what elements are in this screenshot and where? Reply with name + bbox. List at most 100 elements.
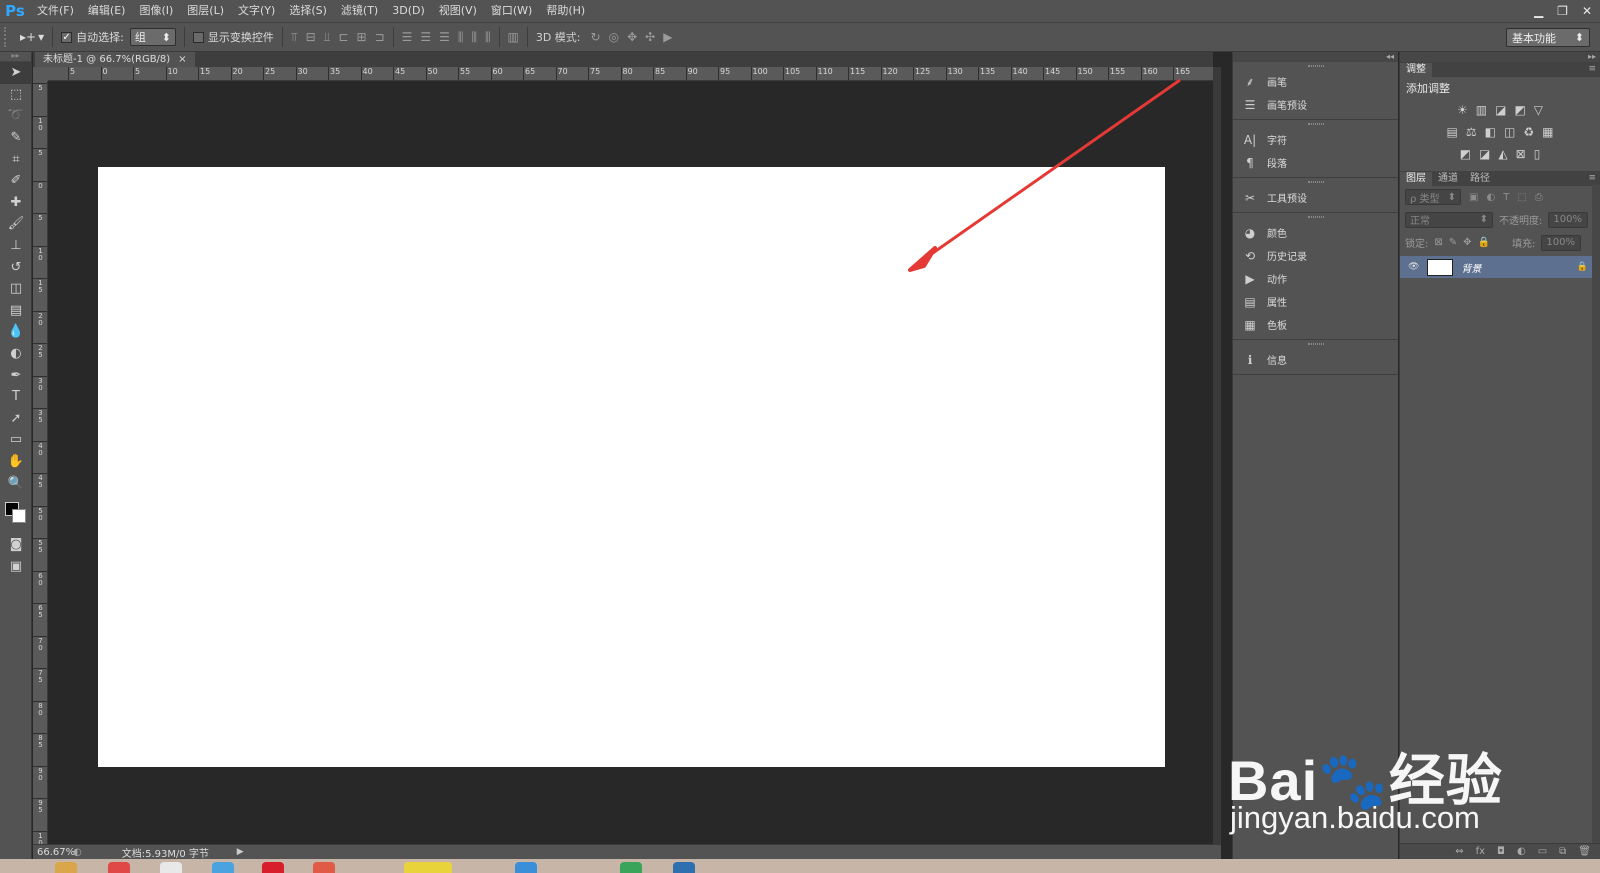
add-mask-icon[interactable]: ◘	[1497, 846, 1505, 857]
slide-3d-icon[interactable]: ✣	[645, 30, 655, 44]
align-left-icon[interactable]: ⊏	[338, 30, 348, 45]
move-tool-icon[interactable]: ➤	[0, 62, 32, 84]
adjustment-icon[interactable]: ▥	[1476, 103, 1487, 117]
gradient-tool-icon[interactable]: ▤	[0, 300, 32, 322]
document-tab[interactable]: 未标题-1 @ 66.7%(RGB/8) ×	[35, 52, 195, 67]
distribute-hcenter-icon[interactable]: ⫼	[471, 30, 477, 45]
auto-select-target-select[interactable]: 组 ⬍	[129, 28, 176, 46]
taskbar-app-icon[interactable]	[160, 862, 182, 873]
menu-file[interactable]: 文件(F)	[30, 0, 81, 22]
filter-smart-icon[interactable]: ⎙	[1535, 192, 1543, 203]
roll-3d-icon[interactable]: ◎	[609, 30, 619, 44]
adjustment-icon[interactable]: ⊠	[1516, 147, 1526, 161]
dock-group-grip[interactable]	[1233, 120, 1398, 128]
ruler-origin[interactable]	[33, 67, 48, 81]
lock-pixels-icon[interactable]: ✎	[1449, 237, 1457, 248]
distribute-left-icon[interactable]: ⫼	[458, 30, 464, 45]
filter-shape-icon[interactable]: ⬚	[1517, 192, 1526, 203]
adjustment-icon[interactable]: ♻	[1523, 125, 1534, 139]
taskbar-app-icon[interactable]	[673, 862, 695, 873]
new-adjustment-icon[interactable]: ◐	[1517, 846, 1526, 857]
blend-mode-select[interactable]: 正常 ⬍	[1405, 211, 1493, 228]
eyedropper-tool-icon[interactable]: ✐	[0, 170, 32, 192]
taskbar-app-icon[interactable]	[212, 862, 234, 873]
ruler-vertical[interactable]: 5 1 0 5 0 5 1 0 1 5 2 0 2 5 3 0 3 5 4 0 4 5 5 0 5 5 6 0…	[33, 81, 48, 844]
fx-icon[interactable]: fx	[1476, 846, 1485, 857]
menu-view[interactable]: 视图(V)	[432, 0, 484, 22]
dock-group-grip[interactable]	[1233, 340, 1398, 348]
clone-stamp-tool-icon[interactable]: ⊥	[0, 235, 32, 257]
menu-window[interactable]: 窗口(W)	[484, 0, 539, 22]
tab-layers[interactable]: 图层	[1400, 172, 1432, 186]
panel-menu-icon[interactable]: ≡	[1588, 171, 1596, 185]
lock-position-icon[interactable]: ✥	[1463, 237, 1471, 248]
close-button[interactable]: ✕	[1582, 4, 1592, 18]
distribute-vcenter-icon[interactable]: ☰	[420, 30, 431, 45]
taskbar-app-icon[interactable]	[515, 862, 537, 873]
history-brush-tool-icon[interactable]: ↺	[0, 256, 32, 278]
adjustment-icon[interactable]: ◩	[1514, 103, 1525, 117]
menu-type[interactable]: 文字(Y)	[231, 0, 282, 22]
adjustment-icon[interactable]: ▽	[1534, 103, 1543, 117]
new-group-icon[interactable]: ▭	[1538, 846, 1547, 857]
layer-row-background[interactable]: 👁 背景 🔒	[1400, 256, 1600, 278]
type-tool-icon[interactable]: T	[0, 386, 32, 408]
taskbar-app-icon[interactable]	[404, 862, 452, 873]
dock-item-properties[interactable]: ▤ 属性	[1233, 290, 1398, 313]
distribute-right-icon[interactable]: ⫼	[485, 30, 491, 45]
workspace-switcher[interactable]: 基本功能 ⬍	[1506, 28, 1590, 47]
eraser-tool-icon[interactable]: ◫	[0, 278, 32, 300]
dock-item-info[interactable]: ℹ 信息	[1233, 348, 1398, 371]
pan-3d-icon[interactable]: ✥	[627, 30, 637, 44]
shape-tool-icon[interactable]: ▭	[0, 429, 32, 451]
adjustment-icon[interactable]: ◫	[1504, 125, 1515, 139]
dock-group-grip[interactable]	[1233, 178, 1398, 186]
options-grip[interactable]	[4, 27, 10, 47]
menu-3d[interactable]: 3D(D)	[385, 0, 432, 22]
taskbar-app-icon[interactable]	[313, 862, 335, 873]
dock-item-brush[interactable]: ⸙ 画笔	[1233, 70, 1398, 93]
dock-item-history[interactable]: ⟲ 历史记录	[1233, 244, 1398, 267]
brush-tool-icon[interactable]: 🖌	[0, 213, 32, 235]
taskbar-app-icon[interactable]	[262, 862, 284, 873]
adjustment-icon[interactable]: ▦	[1542, 125, 1553, 139]
filter-pixel-icon[interactable]: ▣	[1469, 192, 1478, 203]
quick-selection-tool-icon[interactable]: ✎	[0, 127, 32, 149]
menu-layer[interactable]: 图层(L)	[180, 0, 231, 22]
lock-transparent-icon[interactable]: ⊠	[1434, 237, 1442, 248]
dodge-tool-icon[interactable]: ◐	[0, 343, 32, 365]
adjustment-icon[interactable]: ◪	[1479, 147, 1490, 161]
dock-item-actions[interactable]: ▶ 动作	[1233, 267, 1398, 290]
menu-help[interactable]: 帮助(H)	[539, 0, 592, 22]
align-hcenter-icon[interactable]: ⊞	[356, 30, 366, 45]
tab-paths[interactable]: 路径	[1464, 172, 1496, 186]
auto-align-icon[interactable]: ▥	[508, 30, 519, 44]
dock-item-character[interactable]: A| 字符	[1233, 128, 1398, 151]
tab-channels[interactable]: 通道	[1432, 172, 1464, 186]
adjustment-icon[interactable]: ▤	[1447, 125, 1458, 139]
collapse-icon[interactable]: ▸▸	[1400, 52, 1600, 62]
background-color[interactable]	[12, 508, 26, 523]
fill-field[interactable]: 100%	[1541, 234, 1582, 251]
eye-icon[interactable]: 👁	[1408, 262, 1419, 272]
opacity-field[interactable]: 100%	[1548, 211, 1589, 228]
adjustment-icon[interactable]: ◪	[1495, 103, 1506, 117]
dock-item-swatches[interactable]: ▦ 色板	[1233, 313, 1398, 336]
zoom-level[interactable]: 66.67%	[33, 847, 75, 858]
trash-icon[interactable]: 🗑	[1578, 846, 1591, 857]
adjustment-icon[interactable]: ☀	[1457, 103, 1468, 117]
dock-item-color[interactable]: ◕ 颜色	[1233, 221, 1398, 244]
distribute-top-icon[interactable]: ☰	[402, 30, 413, 45]
dock-item-paragraph[interactable]: ¶ 段落	[1233, 151, 1398, 174]
align-right-icon[interactable]: ⊐	[375, 30, 385, 45]
tab-adjustments[interactable]: 调整	[1400, 63, 1432, 77]
show-transform-checkbox[interactable]: 显示变换控件	[192, 29, 274, 45]
adjustment-icon[interactable]: ◧	[1485, 125, 1496, 139]
status-menu-arrow[interactable]: ▶	[237, 847, 244, 857]
dock-item-brush-presets[interactable]: ☰ 画笔预设	[1233, 93, 1398, 116]
adjustment-icon[interactable]: ▯	[1534, 147, 1541, 161]
document-canvas[interactable]	[98, 167, 1165, 767]
taskbar-app-icon[interactable]	[108, 862, 130, 873]
quick-mask-icon[interactable]: ◙	[0, 534, 32, 556]
link-layers-icon[interactable]: ⇔	[1455, 846, 1463, 857]
